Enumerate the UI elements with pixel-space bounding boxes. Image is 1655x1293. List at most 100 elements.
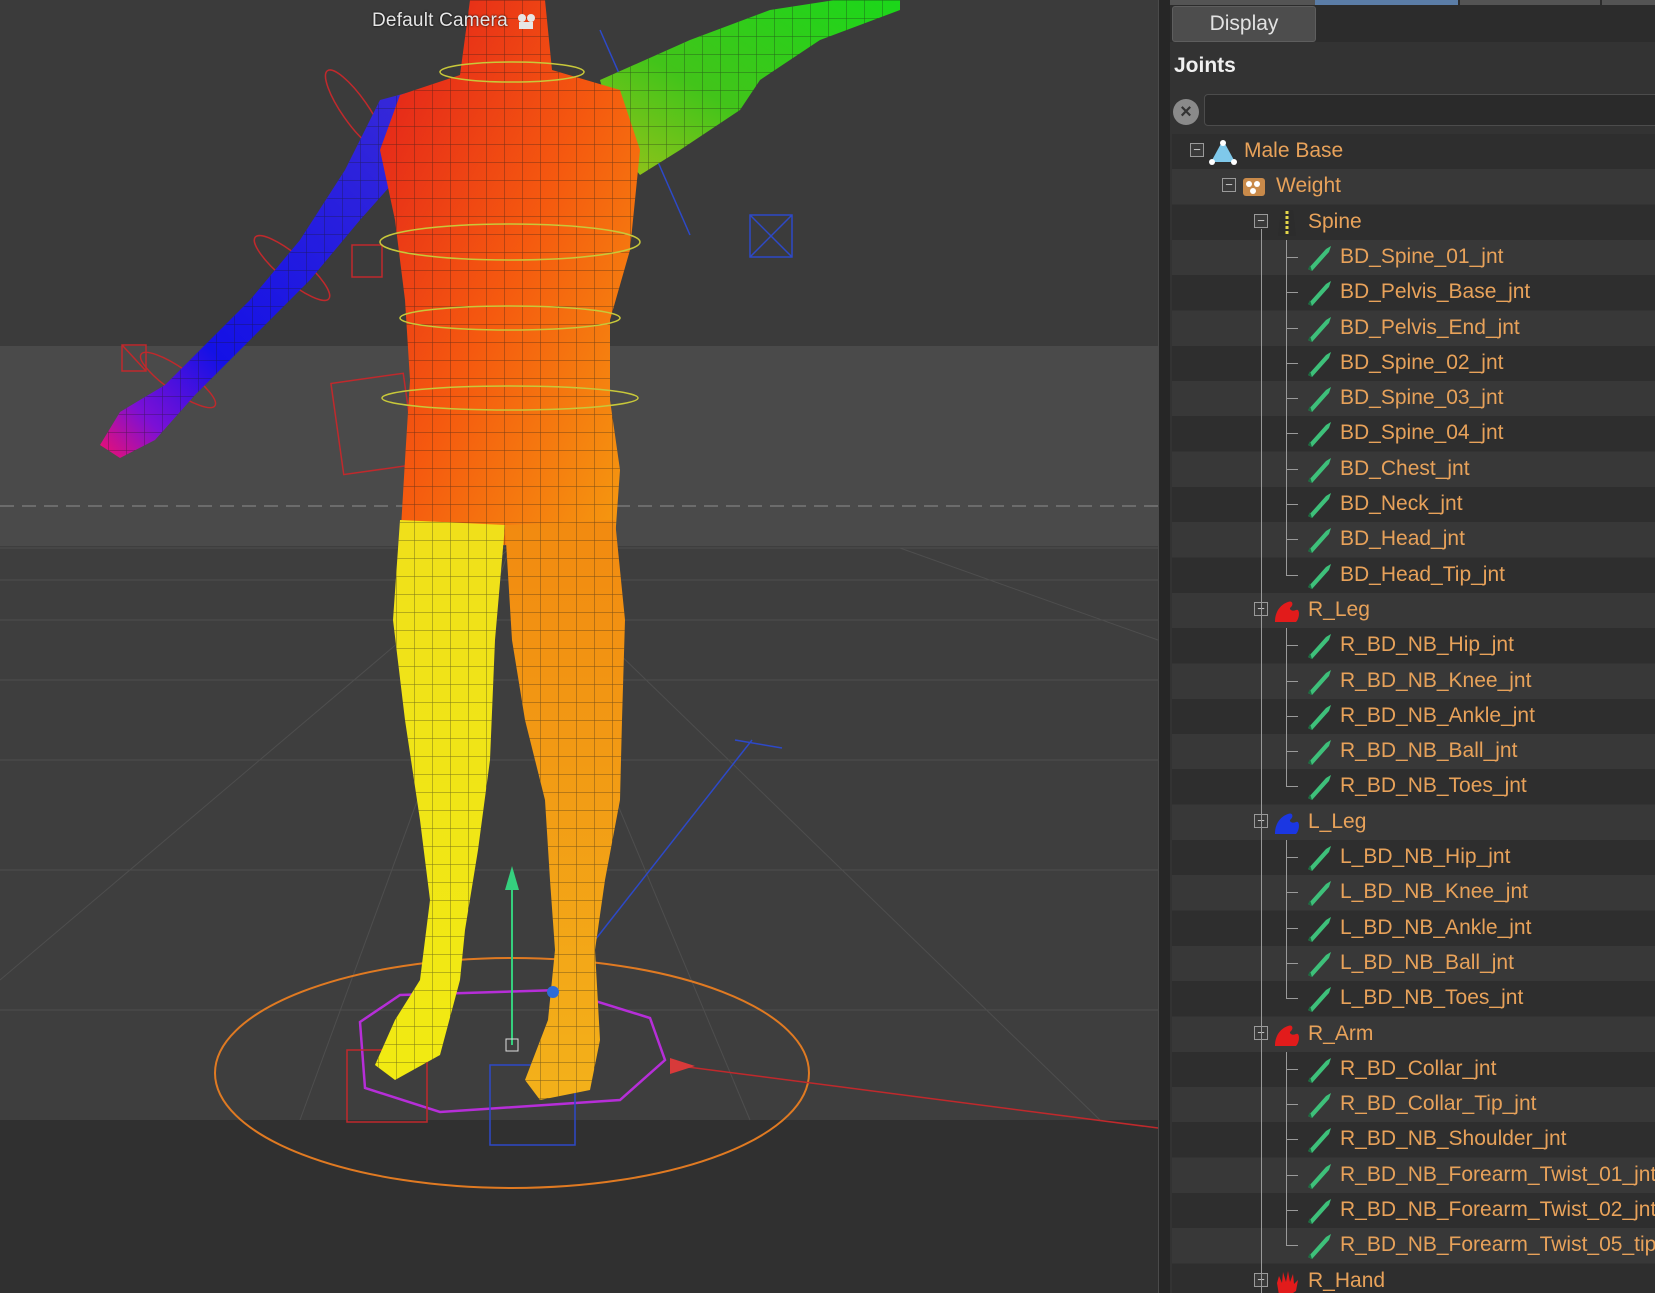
joint-icon <box>1304 455 1334 485</box>
tree-item-label: R_BD_NB_Ankle_jnt <box>1340 703 1535 727</box>
joint-row[interactable]: BD_Head_Tip_jnt <box>1172 557 1655 593</box>
tree-connector <box>1286 504 1298 505</box>
joint-search-input[interactable] <box>1204 94 1655 126</box>
tree-connector <box>1286 292 1298 294</box>
joint-row[interactable]: BD_Spine_04_jnt <box>1172 416 1655 452</box>
joint-row[interactable]: R_BD_NB_Forearm_Twist_01_jnt <box>1172 1157 1655 1193</box>
joint-row[interactable]: L_BD_NB_Ball_jnt <box>1172 945 1655 981</box>
tree-item-label: BD_Pelvis_End_jnt <box>1340 315 1520 339</box>
tree-item-label: L_BD_NB_Knee_jnt <box>1340 880 1528 904</box>
tree-item-label: R_BD_NB_Forearm_Twist_02_jnt <box>1340 1198 1655 1221</box>
tab-strip-3[interactable] <box>1460 0 1600 5</box>
group-row[interactable]: −R_Arm <box>1172 1016 1655 1052</box>
joint-row[interactable]: L_BD_NB_Ankle_jnt <box>1172 910 1655 946</box>
joint-icon <box>1304 949 1334 979</box>
search-row: × <box>1170 94 1655 130</box>
joint-icon <box>1304 419 1334 449</box>
collapse-toggle-icon[interactable]: − <box>1254 213 1268 228</box>
joint-row[interactable]: R_BD_NB_Toes_jnt <box>1172 769 1655 805</box>
tree-connector <box>1286 786 1298 788</box>
joint-row[interactable]: BD_Head_jnt <box>1172 522 1655 558</box>
weight-tag-icon <box>1240 172 1270 202</box>
joint-row[interactable]: L_BD_NB_Hip_jnt <box>1172 840 1655 875</box>
tree-item-label: Weight <box>1276 174 1341 198</box>
joint-row[interactable]: L_BD_NB_Knee_jnt <box>1172 875 1655 911</box>
joint-row[interactable]: R_BD_NB_Forearm_Twist_05_tip <box>1172 1228 1655 1264</box>
joint-icon <box>1304 561 1334 591</box>
tree-connector <box>1286 1210 1298 1211</box>
tree-item-label: BD_Chest_jnt <box>1340 456 1470 480</box>
tree-item-label: BD_Head_jnt <box>1340 527 1465 551</box>
tree-connector <box>1286 256 1298 258</box>
camera-label[interactable]: Default Camera <box>372 10 538 32</box>
joint-row[interactable]: R_BD_NB_Shoulder_jnt <box>1172 1122 1655 1158</box>
joint-row[interactable]: R_BD_NB_Knee_jnt <box>1172 663 1655 699</box>
tree-connector <box>1286 1068 1298 1070</box>
tree-item-label: R_BD_NB_Ball_jnt <box>1340 739 1518 763</box>
right-limb-icon <box>1272 1020 1302 1050</box>
joint-row[interactable]: BD_Spine_02_jnt <box>1172 345 1655 381</box>
joint-icon <box>1304 1196 1334 1226</box>
camera-icon[interactable] <box>516 12 538 30</box>
tree-connector <box>1286 680 1298 682</box>
joint-row[interactable]: BD_Pelvis_End_jnt <box>1172 310 1655 346</box>
tree-item-label: BD_Pelvis_Base_jnt <box>1340 280 1531 304</box>
joint-row[interactable]: R_BD_Collar_Tip_jnt <box>1172 1087 1655 1123</box>
tree-item-label: R_BD_NB_Hip_jnt <box>1340 633 1514 657</box>
group-row[interactable]: − Weight <box>1172 169 1655 205</box>
tree-item-label: R_Leg <box>1308 597 1370 621</box>
tree-item-label: L_BD_NB_Toes_jnt <box>1340 986 1524 1010</box>
joint-icon <box>1304 1125 1334 1155</box>
joint-icon <box>1304 702 1334 732</box>
group-row[interactable]: − Male Base <box>1172 134 1655 169</box>
joint-row[interactable]: R_BD_NB_Ball_jnt <box>1172 734 1655 770</box>
tree-connector <box>1286 998 1298 1000</box>
tree-connector <box>1286 1104 1298 1106</box>
group-row[interactable]: −L_Leg <box>1172 804 1655 840</box>
clear-search-icon[interactable]: × <box>1173 99 1199 125</box>
tree-item-label: L_BD_NB_Ball_jnt <box>1340 950 1514 974</box>
joint-icon <box>1304 843 1334 873</box>
tab-strip-4[interactable] <box>1602 0 1655 5</box>
tree-connector <box>1286 574 1298 576</box>
group-row[interactable]: − Spine <box>1172 204 1655 240</box>
joint-icon <box>1304 984 1334 1014</box>
tree-item-label: BD_Spine_02_jnt <box>1340 350 1504 374</box>
joint-row[interactable]: BD_Pelvis_Base_jnt <box>1172 275 1655 311</box>
joint-row[interactable]: BD_Neck_jnt <box>1172 487 1655 522</box>
joint-row[interactable]: R_BD_NB_Ankle_jnt <box>1172 698 1655 734</box>
joint-icon <box>1304 737 1334 767</box>
joint-row[interactable]: BD_Spine_03_jnt <box>1172 381 1655 417</box>
joint-row[interactable]: R_BD_NB_Hip_jnt <box>1172 628 1655 664</box>
tab-display[interactable]: Display <box>1172 6 1316 42</box>
tree-item-label: R_Arm <box>1308 1021 1374 1045</box>
tab-strip-2[interactable] <box>1315 0 1458 5</box>
tree-item-label: Spine <box>1308 209 1362 233</box>
tree-item-label: BD_Head_Tip_jnt <box>1340 562 1505 586</box>
tree-connector <box>1286 645 1298 647</box>
tree-connector <box>1286 433 1298 435</box>
tree-connector <box>1286 962 1298 964</box>
tree-connector <box>1286 239 1287 576</box>
tree-item-label: R_BD_NB_Forearm_Twist_05_tip <box>1340 1233 1655 1257</box>
tree-item-label: BD_Spine_03_jnt <box>1340 386 1504 410</box>
joint-icon <box>1304 878 1334 908</box>
collapse-toggle-icon[interactable]: − <box>1222 178 1236 193</box>
camera-name: Default Camera <box>372 10 508 31</box>
tree-connector <box>1286 1174 1298 1176</box>
joint-row[interactable]: BD_Spine_01_jnt <box>1172 239 1655 275</box>
viewport-scene[interactable] <box>0 0 1158 1293</box>
joint-row[interactable]: BD_Chest_jnt <box>1172 451 1655 487</box>
tree-item-label: Male Base <box>1244 139 1344 162</box>
joint-row[interactable]: L_BD_NB_Toes_jnt <box>1172 981 1655 1017</box>
tab-strip-1[interactable] <box>1170 0 1315 5</box>
group-row[interactable]: −R_Hand <box>1172 1263 1655 1293</box>
joint-row[interactable]: R_BD_Collar_jnt <box>1172 1051 1655 1087</box>
joint-icon <box>1304 314 1334 344</box>
group-row[interactable]: −R_Leg <box>1172 592 1655 628</box>
tree-connector <box>1286 927 1298 929</box>
3d-viewport[interactable]: Default Camera <box>0 0 1158 1293</box>
collapse-toggle-icon[interactable]: − <box>1190 143 1204 157</box>
tree-item-label: L_Leg <box>1308 809 1367 833</box>
joint-row[interactable]: R_BD_NB_Forearm_Twist_02_jnt <box>1172 1193 1655 1228</box>
